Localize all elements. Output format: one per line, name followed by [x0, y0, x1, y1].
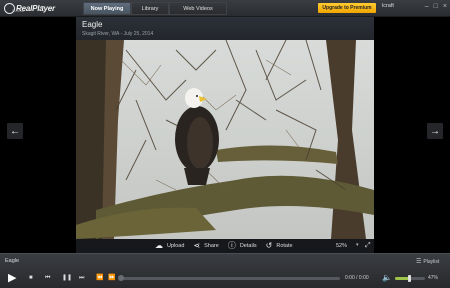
details-label: Details — [239, 243, 257, 249]
rewind-icon[interactable]: ⏪ — [96, 273, 103, 283]
playlist-label: Playlist — [423, 258, 440, 265]
close-icon[interactable]: × — [443, 3, 447, 11]
next-photo-button[interactable]: → — [427, 123, 443, 139]
upgrade-button[interactable]: Upgrade to Premium — [318, 3, 376, 13]
now-playing-title: Eagle — [5, 258, 20, 264]
photo-toolbar: ☁ Upload ⋖ Share ⓘ Details ↺ Rotate 52% … — [76, 239, 374, 253]
eagle-photo-illustration — [76, 40, 374, 239]
maximize-icon[interactable]: □ — [434, 3, 438, 11]
upload-button[interactable]: ☁ Upload — [155, 242, 184, 250]
arrow-left-icon: ← — [10, 125, 20, 137]
share-button[interactable]: ⋖ Share — [193, 242, 218, 250]
volume-knob[interactable] — [407, 275, 411, 282]
photo-image[interactable] — [76, 40, 374, 239]
zoom-level[interactable]: 52% — [336, 243, 347, 249]
arrow-right-icon: → — [430, 125, 440, 137]
time-display: 0:00 / 0:00 — [345, 275, 369, 281]
playlist-button[interactable]: ☰ Playlist — [416, 258, 440, 266]
photo-info-panel: Eagle Skagit River, WA - July 25, 2014 — [76, 17, 374, 40]
zoom-dropdown-icon[interactable]: ▾ — [356, 242, 359, 248]
upload-label: Upload — [167, 243, 185, 249]
share-label: Share — [204, 243, 219, 249]
volume-icon[interactable]: 🔈 — [382, 273, 392, 282]
tab-now-playing[interactable]: Now Playing — [83, 2, 131, 15]
share-icon: ⋖ — [193, 241, 201, 250]
tab-library[interactable]: Library — [131, 2, 169, 15]
previous-track-icon[interactable]: ⏮ — [45, 273, 50, 283]
photo-title: Eagle — [82, 20, 103, 29]
rotate-button[interactable]: ↺ Rotate — [266, 242, 293, 250]
stop-icon[interactable]: ■ — [29, 273, 33, 283]
seek-bar[interactable] — [120, 277, 340, 280]
window-controls: – □ × — [425, 3, 447, 11]
pause-icon[interactable]: ❚❚ — [62, 273, 72, 283]
playback-controls: ▶ ■ ⏮ ❚❚ ⏭ ⏪ ⏩ 0:00 / 0:00 🔈 47% — [0, 269, 450, 287]
volume-percent: 47% — [428, 275, 439, 281]
info-icon: ⓘ — [227, 241, 236, 250]
user-name[interactable]: lcraft — [382, 3, 394, 9]
main-tabs: Now Playing Library Web Videos — [83, 2, 227, 15]
fast-forward-icon[interactable]: ⏩ — [108, 273, 115, 283]
seek-handle[interactable] — [118, 275, 124, 281]
player-bar: Eagle ☰ Playlist ▶ ■ ⏮ ❚❚ ⏭ ⏪ ⏩ 0:00 / 0… — [0, 253, 450, 288]
volume-fill — [395, 277, 410, 280]
volume-slider[interactable] — [395, 275, 425, 282]
tab-web-videos[interactable]: Web Videos — [169, 2, 227, 15]
logo-subtext: CLOUD — [12, 9, 25, 13]
title-bar: RealPlayer CLOUD ▾ Now Playing Library W… — [0, 0, 450, 17]
photo-subtitle: Skagit River, WA - July 25, 2014 — [82, 31, 154, 37]
photo-viewer: Eagle Skagit River, WA - July 25, 2014 ☁… — [0, 17, 450, 253]
next-track-icon[interactable]: ⏭ — [79, 273, 84, 283]
playlist-icon: ☰ — [416, 259, 422, 265]
rotate-icon: ↺ — [265, 241, 273, 250]
app-menu-caret-icon[interactable]: ▾ — [41, 4, 44, 11]
cloud-upload-icon: ☁ — [155, 241, 163, 250]
play-icon[interactable]: ▶ — [8, 271, 16, 285]
previous-photo-button[interactable]: ← — [7, 123, 23, 139]
minimize-icon[interactable]: – — [425, 3, 429, 11]
rotate-label: Rotate — [276, 243, 293, 249]
fullscreen-icon[interactable]: ⤢ — [365, 242, 371, 250]
details-button[interactable]: ⓘ Details — [228, 242, 257, 250]
